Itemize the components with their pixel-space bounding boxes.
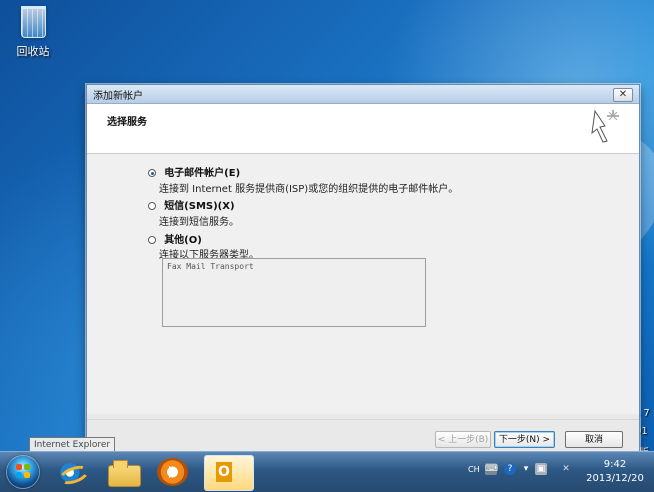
- sms-label: 短信(SMS)(X): [164, 201, 235, 212]
- other-radio[interactable]: [148, 236, 156, 244]
- footer-divider: [87, 419, 639, 420]
- email-account-label: 电子邮件帐户(E): [164, 168, 241, 179]
- recycle-bin-label: 回收站: [16, 45, 50, 58]
- other-option[interactable]: 其他(O): [148, 231, 202, 246]
- dialog-title: 添加新帐户: [93, 91, 143, 102]
- cancel-button[interactable]: 取消: [565, 431, 623, 448]
- close-icon: ✕: [618, 89, 628, 100]
- wizard-header: 选择服务: [87, 104, 639, 154]
- email-account-option[interactable]: 电子邮件帐户(E): [148, 164, 240, 179]
- other-label: 其他(O): [164, 235, 202, 246]
- email-account-description: 连接到 Internet 服务提供商(ISP)或您的组织提供的电子邮件帐户。: [159, 184, 459, 195]
- sms-option[interactable]: 短信(SMS)(X): [148, 197, 235, 212]
- language-indicator[interactable]: CH: [468, 465, 480, 474]
- next-button[interactable]: 下一步(N) >: [494, 431, 555, 448]
- network-icon[interactable]: ▣: [535, 463, 547, 475]
- clock-time: 9:42: [603, 459, 627, 470]
- windows-logo-icon: [16, 464, 30, 478]
- outlook-icon[interactable]: [204, 455, 254, 491]
- recycle-bin-shortcut[interactable]: 回收站: [12, 6, 54, 62]
- media-player-icon[interactable]: [157, 458, 188, 486]
- recycle-bin-icon: [20, 6, 46, 38]
- email-account-radio[interactable]: [148, 169, 156, 177]
- internet-explorer-icon[interactable]: [55, 458, 86, 486]
- wizard-content: 电子邮件帐户(E) 连接到 Internet 服务提供商(ISP)或您的组织提供…: [87, 154, 639, 414]
- folder-icon[interactable]: [108, 460, 141, 487]
- taskbar-tooltip: Internet Explorer: [29, 437, 115, 452]
- wizard-icon: [591, 109, 619, 143]
- volume-muted-icon[interactable]: ✕: [560, 463, 572, 475]
- keyboard-icon[interactable]: ⌨: [485, 463, 498, 475]
- back-button[interactable]: < 上一步(B): [435, 431, 491, 448]
- start-button[interactable]: [7, 456, 39, 488]
- list-item[interactable]: Fax Mail Transport: [167, 262, 254, 271]
- clock-date: 2013/12/20: [586, 473, 644, 484]
- close-button[interactable]: ✕: [613, 88, 633, 102]
- sms-description: 连接到短信服务。: [159, 217, 239, 228]
- chevron-down-icon[interactable]: ▾: [520, 463, 532, 475]
- add-account-dialog: 添加新帐户 ✕ 选择服务 电子邮件帐户(E) 连接到 Internet 服务提供…: [86, 84, 640, 457]
- taskbar: CH ⌨ ? ▾ ▣ ✕ 9:42 2013/12/20: [0, 451, 654, 492]
- dialog-title-bar[interactable]: 添加新帐户 ✕: [87, 85, 639, 104]
- help-icon[interactable]: ?: [504, 463, 516, 475]
- sms-radio[interactable]: [148, 202, 156, 210]
- system-clock[interactable]: 9:42 2013/12/20: [586, 458, 644, 486]
- server-type-list[interactable]: Fax Mail Transport: [162, 258, 426, 327]
- page-title: 选择服务: [107, 117, 147, 128]
